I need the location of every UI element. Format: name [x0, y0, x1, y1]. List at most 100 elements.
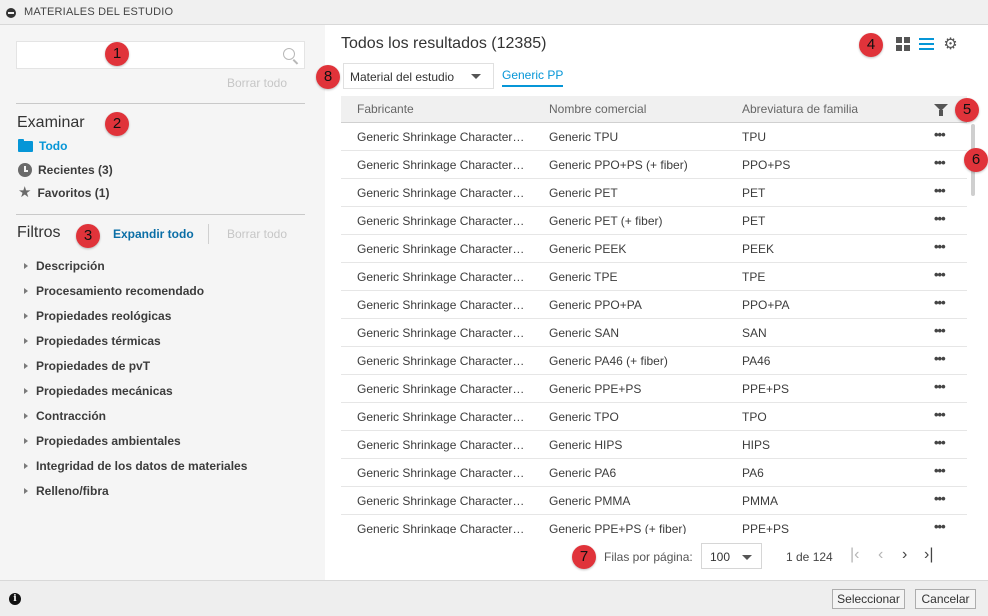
- cell-trade-name: Generic PA6: [549, 466, 617, 480]
- more-options-icon[interactable]: •••: [934, 519, 946, 534]
- more-options-icon[interactable]: •••: [934, 155, 946, 170]
- info-icon[interactable]: i: [9, 593, 21, 605]
- cell-manufacturer: Generic Shrinkage Characterization: [357, 270, 527, 284]
- grid-view-icon[interactable]: [896, 37, 910, 51]
- filter-data-integrity[interactable]: Integridad de los datos de materiales: [24, 459, 247, 473]
- first-page-icon[interactable]: |‹: [850, 545, 859, 565]
- table-row[interactable]: Generic Shrinkage Characterization Generi…: [341, 375, 967, 403]
- expand-triangle-icon: [24, 438, 28, 444]
- table-row[interactable]: Generic Shrinkage Characterization Generi…: [341, 319, 967, 347]
- cell-manufacturer: Generic Shrinkage Characterization: [357, 410, 527, 424]
- table-row[interactable]: Generic Shrinkage Characterization Generi…: [341, 431, 967, 459]
- cell-manufacturer: Generic Shrinkage Characterization: [357, 354, 527, 368]
- table-row[interactable]: Generic Shrinkage Characterization Generi…: [341, 151, 967, 179]
- cell-trade-name: Generic PET (+ fiber): [549, 214, 663, 228]
- expand-triangle-icon: [24, 313, 28, 319]
- cell-manufacturer: Generic Shrinkage Characterization: [357, 466, 527, 480]
- cancel-button[interactable]: Cancelar: [915, 589, 976, 609]
- table-row[interactable]: Generic Shrinkage Characterization Generi…: [341, 347, 967, 375]
- separator: [208, 224, 209, 244]
- more-options-icon[interactable]: •••: [934, 239, 946, 254]
- expand-triangle-icon: [24, 388, 28, 394]
- table-row[interactable]: Generic Shrinkage Characterization Generi…: [341, 403, 967, 431]
- search-clear-all-link[interactable]: Borrar todo: [227, 76, 287, 90]
- rows-per-page-select[interactable]: 100: [701, 543, 762, 569]
- callout-3: 3: [76, 224, 100, 248]
- cell-manufacturer: Generic Shrinkage Characterization: [357, 242, 527, 256]
- search-icon[interactable]: [283, 48, 295, 60]
- expand-triangle-icon: [24, 413, 28, 419]
- more-options-icon[interactable]: •••: [934, 295, 946, 310]
- browse-item-all[interactable]: Todo: [18, 138, 68, 153]
- more-options-icon[interactable]: •••: [934, 491, 946, 506]
- filter-rheological[interactable]: Propiedades reológicas: [24, 309, 171, 323]
- expand-triangle-icon: [24, 463, 28, 469]
- source-dropdown[interactable]: Material del estudio: [343, 63, 494, 89]
- table-row[interactable]: Generic Shrinkage Characterization Generi…: [341, 235, 967, 263]
- callout-4: 4: [859, 33, 883, 57]
- table-row[interactable]: Generic Shrinkage Characterization Generi…: [341, 207, 967, 235]
- more-options-icon[interactable]: •••: [934, 407, 946, 422]
- list-view-icon[interactable]: [919, 38, 934, 51]
- cell-manufacturer: Generic Shrinkage Characterization: [357, 214, 527, 228]
- more-options-icon[interactable]: •••: [934, 183, 946, 198]
- browse-title: Examinar: [17, 114, 85, 131]
- filter-pvt[interactable]: Propiedades de pvT: [24, 359, 150, 373]
- filter-mechanical[interactable]: Propiedades mecánicas: [24, 384, 173, 398]
- expand-triangle-icon: [24, 363, 28, 369]
- table-row[interactable]: Generic Shrinkage Characterization Generi…: [341, 179, 967, 207]
- column-header-family[interactable]: Abreviatura de familia: [742, 102, 858, 116]
- table-row[interactable]: Generic Shrinkage Characterization Generi…: [341, 123, 967, 151]
- cell-family: PPE+PS: [742, 522, 790, 534]
- gear-icon[interactable]: ⚙: [943, 37, 958, 53]
- search-input[interactable]: [16, 41, 305, 69]
- more-options-icon[interactable]: •••: [934, 435, 946, 450]
- table-row[interactable]: Generic Shrinkage Characterization Generi…: [341, 515, 967, 534]
- filter-recommended-processing[interactable]: Procesamiento recomendado: [24, 284, 204, 298]
- cell-manufacturer: Generic Shrinkage Characterization: [357, 522, 527, 534]
- expand-all-link[interactable]: Expandir todo: [113, 227, 194, 241]
- expand-triangle-icon: [24, 263, 28, 269]
- next-page-icon[interactable]: ›: [902, 545, 907, 565]
- last-page-icon[interactable]: ›|: [924, 545, 933, 565]
- table-row[interactable]: Generic Shrinkage Characterization Generi…: [341, 263, 967, 291]
- previous-page-icon[interactable]: ‹: [878, 545, 883, 565]
- filter-filler-fiber[interactable]: Relleno/fibra: [24, 484, 109, 498]
- column-header-manufacturer[interactable]: Fabricante: [357, 102, 414, 116]
- more-options-icon[interactable]: •••: [934, 267, 946, 282]
- callout-2: 2: [105, 112, 129, 136]
- more-options-icon[interactable]: •••: [934, 127, 946, 142]
- cell-family: PPO+PA: [742, 298, 790, 312]
- more-options-icon[interactable]: •••: [934, 379, 946, 394]
- more-options-icon[interactable]: •••: [934, 351, 946, 366]
- collapse-icon[interactable]: [6, 8, 16, 18]
- filter-label: Relleno/fibra: [36, 484, 109, 498]
- select-button[interactable]: Seleccionar: [832, 589, 905, 609]
- browse-item-label: Todo: [39, 139, 68, 153]
- more-options-icon[interactable]: •••: [934, 463, 946, 478]
- callout-5: 5: [955, 98, 979, 122]
- filter-environmental[interactable]: Propiedades ambientales: [24, 434, 181, 448]
- expand-triangle-icon: [24, 288, 28, 294]
- active-filter-chip[interactable]: Generic PP: [502, 68, 564, 87]
- more-options-icon[interactable]: •••: [934, 211, 946, 226]
- filter-shrinkage[interactable]: Contracción: [24, 409, 106, 423]
- cell-trade-name: Generic PEEK: [549, 242, 627, 256]
- view-toolbar: ⚙: [896, 37, 958, 53]
- table-row[interactable]: Generic Shrinkage Characterization Generi…: [341, 459, 967, 487]
- filter-icon[interactable]: [934, 104, 948, 116]
- filters-clear-all-link[interactable]: Borrar todo: [227, 227, 287, 241]
- filter-description[interactable]: Descripción: [24, 259, 105, 273]
- column-header-trade-name[interactable]: Nombre comercial: [549, 102, 646, 116]
- filter-thermal[interactable]: Propiedades térmicas: [24, 334, 161, 348]
- table-row[interactable]: Generic Shrinkage Characterization Generi…: [341, 291, 967, 319]
- browse-item-recent[interactable]: Recientes (3): [18, 163, 113, 177]
- cell-trade-name: Generic HIPS: [549, 438, 623, 452]
- star-icon: ★: [18, 184, 32, 201]
- browse-item-favorites[interactable]: ★ Favoritos (1): [18, 184, 109, 201]
- more-options-icon[interactable]: •••: [934, 323, 946, 338]
- expand-triangle-icon: [24, 488, 28, 494]
- cell-trade-name: Generic PPO+PA: [549, 298, 642, 312]
- table-row[interactable]: Generic Shrinkage Characterization Generi…: [341, 487, 967, 515]
- cell-trade-name: Generic TPE: [549, 270, 618, 284]
